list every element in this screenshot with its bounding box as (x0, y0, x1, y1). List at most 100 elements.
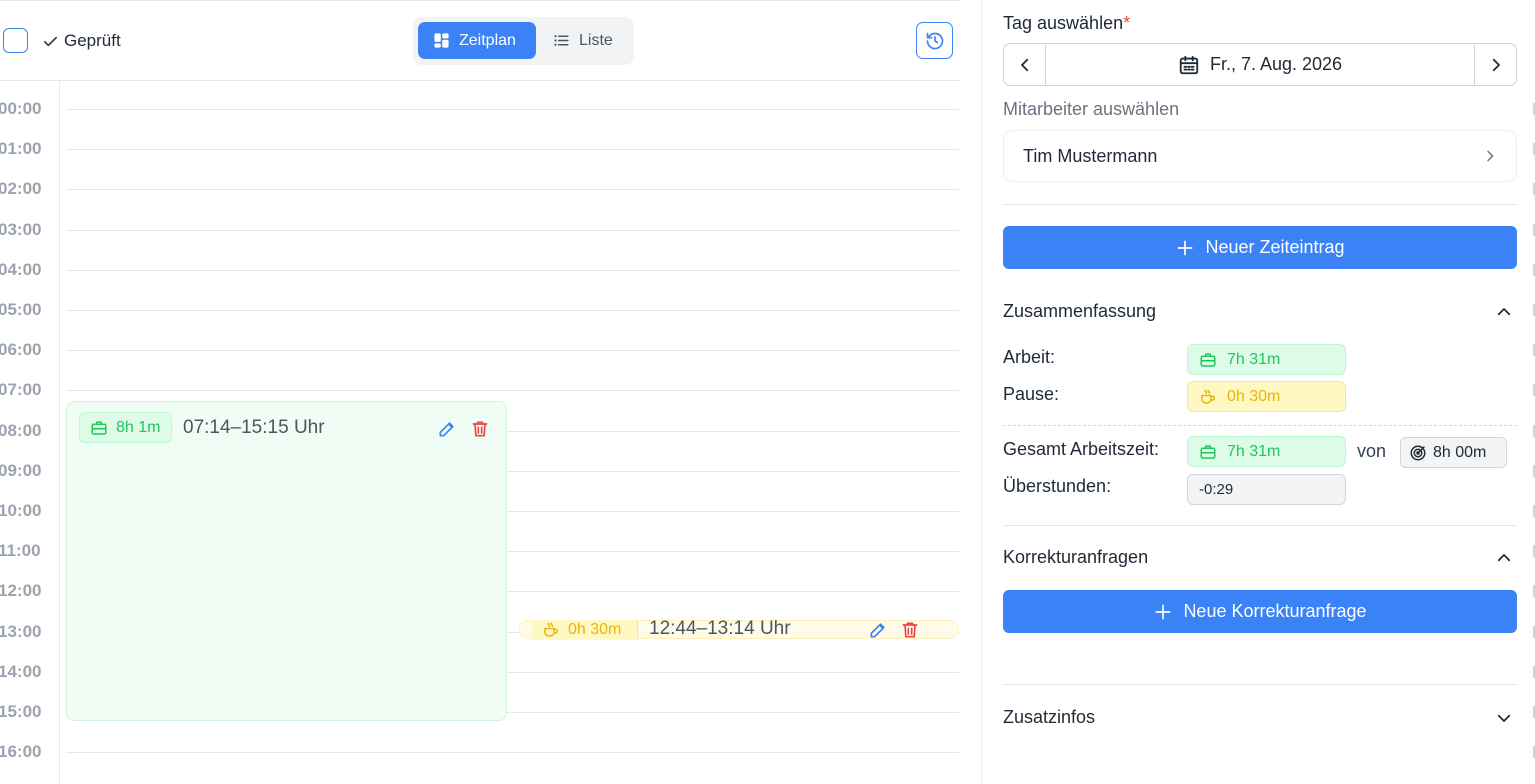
pause-duration: 0h 30m (568, 621, 622, 638)
hour-label: 03:00 (0, 219, 42, 239)
hour-label: 14:00 (0, 661, 42, 681)
sidebar-panel: Tag auswählen* Fr., 7. Aug. 2026 Mitarbe… (1003, 0, 1517, 784)
chevron-right-icon (1492, 58, 1500, 71)
panel-divider (981, 0, 982, 784)
plus-icon (1155, 604, 1171, 619)
hour-gridline (66, 189, 959, 191)
list-view-label: Liste (579, 31, 613, 49)
hour-gridline (66, 310, 959, 311)
divider (1003, 684, 1517, 685)
hour-label: 07:00 (0, 380, 42, 400)
extra-info-title: Zusatzinfos (1003, 707, 1096, 727)
coffee-icon (544, 622, 559, 637)
list-view-button[interactable]: Liste (540, 22, 630, 59)
delete-pause-icon[interactable] (900, 620, 920, 640)
briefcase-icon (1200, 444, 1216, 459)
total-worktime-badge: 7h 31m (1187, 436, 1346, 467)
employee-value: Tim Mustermann (1023, 145, 1158, 166)
hour-gridline (66, 350, 959, 352)
of-label: von (1357, 441, 1387, 461)
hour-label: 10:00 (0, 501, 42, 520)
hour-row: 05:00 (0, 300, 960, 319)
work-time-range: 07:14–15:15 Uhr (183, 417, 325, 438)
hour-row: 02:00 (0, 179, 960, 198)
pause-summary-value: 0h 30m (1227, 387, 1281, 405)
hour-label: 12:00 (0, 581, 42, 601)
work-duration-badge: 8h 1m (79, 412, 172, 443)
required-marker: * (1123, 13, 1131, 33)
hour-label: 13:00 (0, 621, 42, 641)
date-display-button[interactable]: Fr., 7. Aug. 2026 (1046, 44, 1474, 85)
new-correction-request-label: Neue Korrekturanfrage (1183, 601, 1367, 621)
chevron-left-icon (1020, 58, 1028, 71)
overtime-label: Überstunden: (1003, 476, 1112, 496)
summary-title: Zusammenfassung (1003, 301, 1157, 321)
date-picker: Fr., 7. Aug. 2026 (1003, 43, 1517, 86)
corrections-title: Korrekturanfragen (1003, 547, 1149, 567)
work-entry-block[interactable]: 8h 1m 07:14–15:15 Uhr (66, 401, 507, 721)
hour-label: 16:00 (0, 742, 42, 762)
divider (1003, 204, 1517, 205)
summary-divider (1003, 425, 1517, 426)
checked-filter[interactable]: Geprüft (42, 29, 121, 53)
chevron-right-icon (1487, 150, 1494, 162)
schedule-panel: Geprüft Zeitplan Liste 00:00 01:00 02:00 03… (0, 0, 960, 784)
pause-entry-block[interactable]: 0h 30m 12:44–13:14 Uhr (519, 618, 959, 640)
schedule-view-label: Zeitplan (459, 31, 516, 49)
view-toggle: Zeitplan Liste (413, 17, 634, 65)
layout-icon (434, 33, 449, 48)
new-time-entry-button[interactable]: Neuer Zeiteintrag (1003, 226, 1517, 269)
pause-summary-label: Pause: (1003, 384, 1060, 404)
hour-label: 04:00 (0, 259, 42, 279)
overtime-badge: -0:29 (1187, 474, 1346, 505)
history-button[interactable] (916, 22, 953, 59)
target-icon (1410, 445, 1426, 460)
employee-select[interactable]: Tim Mustermann (1003, 130, 1517, 182)
hour-row: 00:00 (0, 99, 960, 118)
briefcase-icon (91, 420, 107, 435)
hour-label: 15:00 (0, 702, 42, 721)
day-timeline: 00:00 01:00 02:00 03:00 04:00 05:00 06:00 07:00… (0, 81, 960, 784)
pause-duration-badge: 0h 30m (532, 620, 638, 640)
edit-pause-icon[interactable] (868, 620, 888, 640)
new-time-entry-label: Neuer Zeiteintrag (1205, 237, 1345, 257)
work-summary-value: 7h 31m (1227, 350, 1281, 368)
coffee-icon (1201, 389, 1216, 404)
target-time-value: 8h 00m (1433, 443, 1487, 461)
work-summary-badge: 7h 31m (1187, 344, 1346, 375)
hour-label: 09:00 (0, 460, 42, 480)
select-checkbox[interactable] (3, 28, 28, 53)
history-icon (926, 32, 943, 49)
hour-row: 16:00 (0, 742, 960, 761)
work-duration: 8h 1m (116, 418, 161, 436)
schedule-view-button[interactable]: Zeitplan (418, 22, 536, 59)
chevron-up-icon[interactable] (1495, 549, 1513, 567)
edit-work-icon[interactable] (437, 419, 457, 439)
hour-row: 04:00 (0, 260, 960, 279)
hour-label: 06:00 (0, 340, 42, 360)
next-day-button[interactable] (1474, 44, 1516, 85)
target-time-badge: 8h 00m (1400, 437, 1507, 468)
previous-day-button[interactable] (1004, 44, 1046, 85)
hour-gridline (66, 229, 959, 231)
hour-gridline (66, 149, 959, 151)
chevron-up-icon[interactable] (1495, 303, 1513, 321)
hour-label: 00:00 (0, 99, 42, 118)
hour-gridline (66, 269, 959, 271)
list-icon (554, 35, 569, 46)
total-worktime-label: Gesamt Arbeitszeit: (1003, 439, 1160, 459)
pause-time-range: 12:44–13:14 Uhr (649, 618, 791, 639)
hour-gridline (66, 109, 959, 110)
hour-label: 08:00 (0, 420, 42, 440)
scrollbar-edge (1528, 0, 1535, 784)
calendar-icon (1179, 55, 1199, 74)
hour-gridline (66, 752, 959, 754)
hour-gridline (66, 390, 959, 392)
delete-work-icon[interactable] (470, 419, 490, 439)
hour-row: 01:00 (0, 139, 960, 158)
hour-row: 07:00 (0, 380, 960, 399)
pause-summary-badge: 0h 30m (1187, 381, 1346, 412)
new-correction-request-button[interactable]: Neue Korrekturanfrage (1003, 590, 1517, 633)
total-worktime-value: 7h 31m (1227, 442, 1281, 460)
chevron-down-icon[interactable] (1495, 709, 1513, 727)
